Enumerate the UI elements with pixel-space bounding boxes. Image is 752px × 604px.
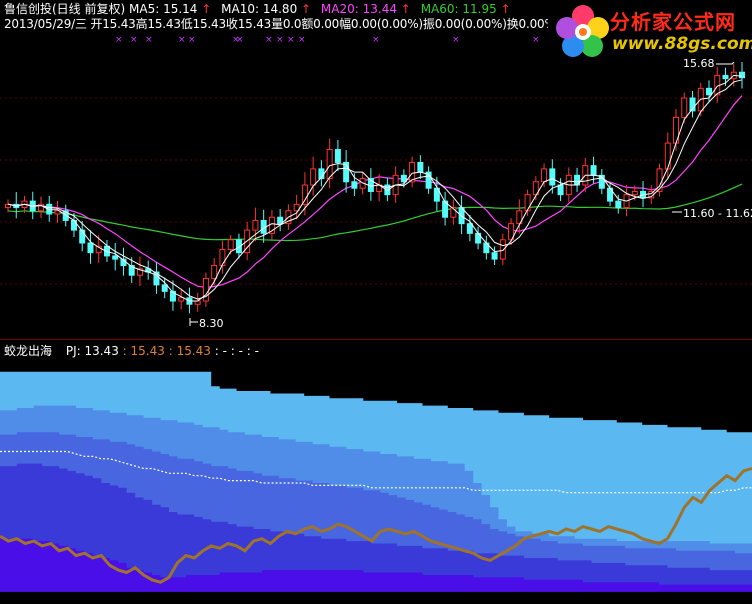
info-close: 收15.43 [225,17,272,31]
indicator-name: 蛟龙出海 [4,344,53,358]
x-mark: × [145,35,153,45]
candle-body [87,242,94,254]
flower-logo-icon [556,5,609,57]
stock-name: 鲁信创投(日线 前复权) [4,2,126,16]
candle-body [664,142,671,170]
header-line-1: 鲁信创投(日线 前复权) MA5: 15.14 ↑ MA10: 14.80 ↑ … [4,2,511,16]
info-range: 幅0.00(0.00%) [339,17,423,31]
x-marks: × × × × × ×× × × × × × × × [115,35,540,45]
candle-body [549,168,556,186]
band5-area [0,538,752,604]
candle-body [178,297,185,302]
x-mark: × [532,35,540,45]
x-mark: × [298,35,306,45]
ma5-arrow: ↑ [201,2,212,16]
band1-area [0,371,752,604]
ma10-arrow: ↑ [301,2,312,16]
x-mark: × [287,35,295,45]
info-amp: 振0.00(0.00%) [422,17,507,31]
ma20-arrow: ↑ [400,2,411,16]
low-label: 8.30 [199,317,224,330]
candle-body [112,255,119,260]
ma20-label: MA20: 13.44 [320,2,397,16]
logo-url: www.88gs.com [612,34,752,54]
candle-body [491,252,498,260]
candle-body [524,194,531,212]
panel-divider [0,339,752,340]
base-strip [0,591,752,604]
candle-body [202,277,209,302]
v3-label: : 15.43 [168,344,211,358]
candle-body [739,71,745,79]
mid-label: 11.60 - 11.62 [683,207,752,220]
candle-body [219,248,226,267]
indicator-header: 蛟龙出海 PJ: 13.43 : 15.43 : 15.43 : - : - :… [4,344,259,358]
candle-body [590,165,597,176]
info-amount: 额0.00 [301,17,340,31]
ma60-label: MA60: 11.95 [420,2,497,16]
candle-body [722,74,729,80]
candle-body [161,284,168,292]
info-vol: 量0.0 [271,17,302,31]
low-pointer [189,318,198,326]
candle-body [681,97,688,118]
ma5-label: MA5: 15.14 [129,2,198,16]
x-mark: × [372,35,380,45]
candle-body [310,168,317,186]
candle-body [541,168,548,183]
x-mark: × [236,35,244,45]
ma60-arrow: ↑ [500,2,511,16]
v2-label: : 15.43 [122,344,165,358]
high-label: 15.68 [683,57,715,70]
x-mark: × [130,35,138,45]
candle-body [301,184,308,205]
candle-body [334,149,341,163]
candle-body [631,190,638,196]
candle-body [252,219,259,231]
band2-area [0,405,752,604]
logo-title: 分析家公式网 [610,10,736,34]
candle-body [227,239,234,250]
band-areas [0,371,752,604]
header-line-2: 2013/05/29/三 开15.43高15.43低15.43收15.43量0.… [4,17,568,31]
site-logo: 分析家公式网 www.88gs.com [548,0,752,62]
band3-area [0,432,752,604]
x-mark: × [265,35,273,45]
ma10-label: MA10: 14.80 [221,2,298,16]
x-mark: × [452,35,460,45]
candle-body [499,239,506,260]
x-mark: × [115,35,123,45]
info-high: 高15.43 [135,17,181,31]
x-mark: × [188,35,196,45]
x-mark: × [178,35,186,45]
x-mark: × [276,35,284,45]
candle-body [326,149,333,180]
candle-body [211,265,218,279]
v4-label: : - : - : - [214,344,259,358]
candle-body [351,181,358,189]
candle-body [417,161,424,173]
info-open: 开15.43 [90,17,136,31]
candle-body [466,223,473,234]
info-low: 低15.43 [180,17,226,31]
price-line [0,467,752,584]
candle-body [706,87,713,96]
candle-body [615,200,622,209]
pj-line [0,450,752,494]
ma10-line [7,79,743,300]
info-date: 2013/05/29/三 [4,17,87,31]
candle-body [557,184,564,196]
band4-area [0,463,752,604]
pj-label: PJ: 13.43 [65,344,119,358]
candle-body [400,174,407,183]
